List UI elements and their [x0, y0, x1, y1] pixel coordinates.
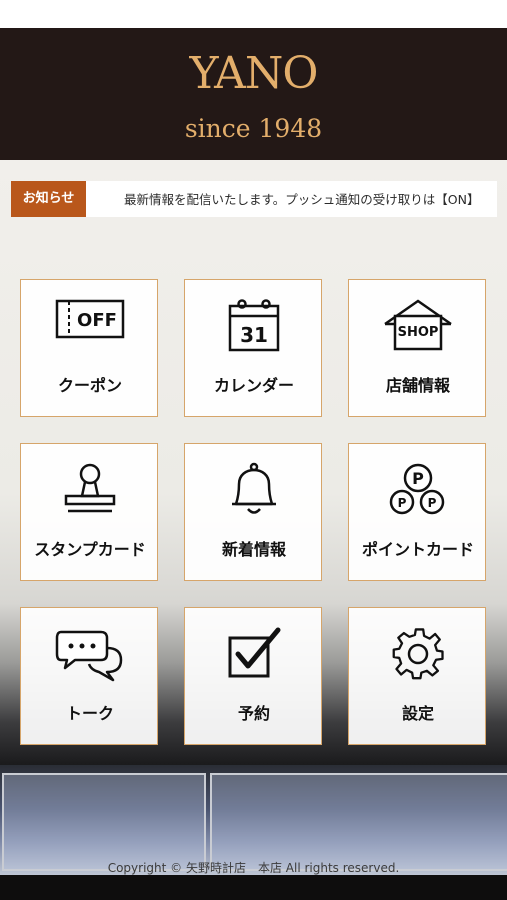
shop-info-button[interactable]: SHOP 店舗情報 — [348, 279, 486, 417]
point-card-label: ポイントカード — [361, 540, 474, 559]
shop-icon: SHOP — [349, 298, 487, 356]
talk-label: トーク — [65, 704, 114, 723]
app-header: YANO since 1948 — [0, 28, 507, 160]
news-label: 新着情報 — [221, 540, 286, 559]
brand-since: since 1948 — [184, 114, 323, 143]
stamp-card-label: スタンプカード — [34, 540, 146, 559]
checkbox-icon — [185, 626, 323, 684]
svg-text:SHOP: SHOP — [398, 325, 439, 340]
svg-text:P: P — [398, 496, 407, 510]
svg-text:OFF: OFF — [77, 310, 117, 331]
gear-icon — [349, 626, 487, 684]
news-ticker[interactable]: お知らせ 最新情報を配信いたします。プッシュ通知の受け取りは【ON】 — [11, 181, 497, 217]
reservation-button[interactable]: 予約 — [184, 607, 322, 745]
coupon-button[interactable]: OFF クーポン — [20, 279, 158, 417]
status-bar — [0, 0, 507, 28]
copyright-text: Copyright © 矢野時計店 本店 All rights reserved… — [107, 861, 400, 875]
stamp-card-button[interactable]: スタンプカード — [20, 443, 158, 581]
calendar-label: カレンダー — [213, 376, 294, 395]
calendar-icon: 31 — [185, 298, 323, 356]
svg-text:P: P — [412, 469, 424, 488]
point-coins-icon: P P P — [349, 462, 487, 520]
news-tag: お知らせ — [11, 181, 86, 217]
brand-logo: YANO — [189, 48, 319, 99]
news-ticker-text: 最新情報を配信いたします。プッシュ通知の受け取りは【ON】 — [124, 192, 480, 207]
reservation-label: 予約 — [237, 704, 270, 723]
settings-label: 設定 — [401, 704, 434, 723]
bell-icon — [185, 462, 323, 520]
news-button[interactable]: 新着情報 — [184, 443, 322, 581]
coupon-icon: OFF — [21, 298, 159, 356]
talk-button[interactable]: トーク — [20, 607, 158, 745]
stamp-icon — [21, 462, 159, 520]
svg-text:31: 31 — [240, 323, 268, 347]
coupon-label: クーポン — [57, 376, 122, 395]
calendar-button[interactable]: 31 カレンダー — [184, 279, 322, 417]
chat-bubbles-icon — [21, 626, 159, 684]
point-card-button[interactable]: P P P ポイントカード — [348, 443, 486, 581]
footer-strip — [0, 875, 507, 900]
shop-info-label: 店舗情報 — [385, 376, 450, 395]
settings-button[interactable]: 設定 — [348, 607, 486, 745]
svg-text:P: P — [428, 496, 437, 510]
